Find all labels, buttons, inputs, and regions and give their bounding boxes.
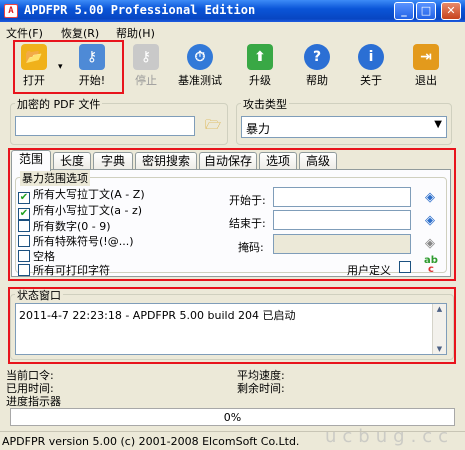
- toolbar: 📂 打开 ▾ ⚷ 开始! ⚷ 停止 ⏱ 基准测试 ⬆ 升级 ? 帮助 i 关于 …: [0, 40, 465, 94]
- question-icon: ?: [304, 44, 330, 70]
- benchmark-button[interactable]: ⏱ 基准测试: [178, 44, 222, 92]
- scroll-up-icon[interactable]: ▲: [433, 305, 446, 313]
- help-button[interactable]: ? 帮助: [295, 44, 339, 92]
- tab-options[interactable]: 选项: [259, 152, 297, 170]
- checkbox-printable[interactable]: 所有可打印字符: [18, 262, 110, 278]
- version-text: APDFPR version 5.00 (c) 2001-2008 ElcomS…: [2, 435, 300, 448]
- status-log-line: 2011-4-7 22:23:18 - APDFPR 5.00 build 20…: [19, 309, 296, 322]
- maximize-button[interactable]: □: [416, 2, 436, 20]
- attack-type-select[interactable]: 暴力 ▼: [241, 116, 447, 138]
- chevron-down-icon: ▼: [434, 119, 442, 130]
- tab-range[interactable]: 范围: [11, 150, 51, 171]
- checkbox-user-defined-box[interactable]: [399, 261, 411, 273]
- stop-key-icon: ⚷: [133, 44, 159, 70]
- charset-abc-icon[interactable]: ab c: [422, 256, 440, 275]
- stop-button[interactable]: ⚷ 停止: [124, 44, 168, 92]
- checkbox-space-box[interactable]: [18, 250, 30, 262]
- start-from-input[interactable]: [273, 187, 411, 207]
- folder-open-icon: 📂: [21, 44, 47, 70]
- status-log[interactable]: 2011-4-7 22:23:18 - APDFPR 5.00 build 20…: [15, 303, 447, 355]
- stopwatch-icon: ⏱: [187, 44, 213, 70]
- mask-label: 掩码:: [238, 241, 264, 254]
- window-title: APDFPR 5.00 Professional Edition: [24, 3, 256, 17]
- mask-picker-icon[interactable]: ◈: [421, 236, 439, 252]
- about-button[interactable]: i 关于: [349, 44, 393, 92]
- tab-autosave[interactable]: 自动保存: [199, 152, 257, 170]
- open-button[interactable]: 📂 打开: [12, 44, 56, 92]
- checkbox-user-defined[interactable]: [399, 261, 414, 274]
- start-picker-icon[interactable]: ◈: [421, 190, 439, 206]
- minimize-button[interactable]: _: [394, 2, 414, 20]
- time-left-label: 剩余时间:: [237, 382, 285, 395]
- exit-button[interactable]: ⇥ 退出: [404, 44, 448, 92]
- end-picker-icon[interactable]: ◈: [421, 213, 439, 229]
- end-at-input[interactable]: [273, 210, 411, 230]
- checkbox-digits[interactable]: 所有数字(0 - 9): [18, 218, 111, 234]
- close-button[interactable]: ✕: [441, 2, 461, 20]
- upgrade-icon: ⬆: [247, 44, 273, 70]
- start-from-label: 开始于:: [229, 194, 266, 207]
- checkbox-printable-box[interactable]: [18, 264, 30, 276]
- progress-percent: 0%: [223, 411, 242, 424]
- key-icon: ⚷: [79, 44, 105, 70]
- browse-file-icon[interactable]: 🗁: [204, 118, 222, 134]
- scroll-down-icon[interactable]: ▼: [433, 345, 446, 353]
- pdf-file-input[interactable]: [15, 116, 195, 136]
- title-bar: A APDFPR 5.00 Professional Edition _ □ ✕: [0, 0, 465, 22]
- upgrade-button[interactable]: ⬆ 升级: [238, 44, 282, 92]
- menu-bar: 文件(F) 恢复(R) 帮助(H): [0, 22, 465, 40]
- tab-length[interactable]: 长度: [53, 152, 91, 170]
- progress-indicator-label: 进度指示器: [6, 395, 61, 408]
- menu-recovery[interactable]: 恢复(R): [61, 25, 99, 41]
- mask-input[interactable]: [273, 234, 411, 254]
- tab-advanced[interactable]: 高级: [299, 152, 337, 170]
- checkbox-special[interactable]: 所有特殊符号(!@...): [18, 233, 133, 249]
- start-button[interactable]: ⚷ 开始!: [70, 44, 114, 92]
- menu-file[interactable]: 文件(F): [6, 25, 43, 41]
- info-icon: i: [358, 44, 384, 70]
- user-defined-label: 用户定义: [347, 264, 391, 277]
- end-at-label: 结束于:: [229, 217, 266, 230]
- menu-help[interactable]: 帮助(H): [116, 25, 155, 41]
- tab-dictionary[interactable]: 字典: [93, 152, 133, 170]
- status-bar: APDFPR version 5.00 (c) 2001-2008 ElcomS…: [0, 431, 465, 450]
- status-scrollbar[interactable]: ▲ ▼: [432, 304, 446, 354]
- progress-bar: 0%: [10, 408, 455, 426]
- tab-key-search[interactable]: 密钥搜索: [135, 152, 197, 170]
- open-dropdown-icon[interactable]: ▾: [58, 62, 63, 72]
- pdf-icon: A: [4, 4, 18, 18]
- checkbox-digits-box[interactable]: [18, 220, 30, 232]
- checkbox-special-box[interactable]: [18, 235, 30, 247]
- door-exit-icon: ⇥: [413, 44, 439, 70]
